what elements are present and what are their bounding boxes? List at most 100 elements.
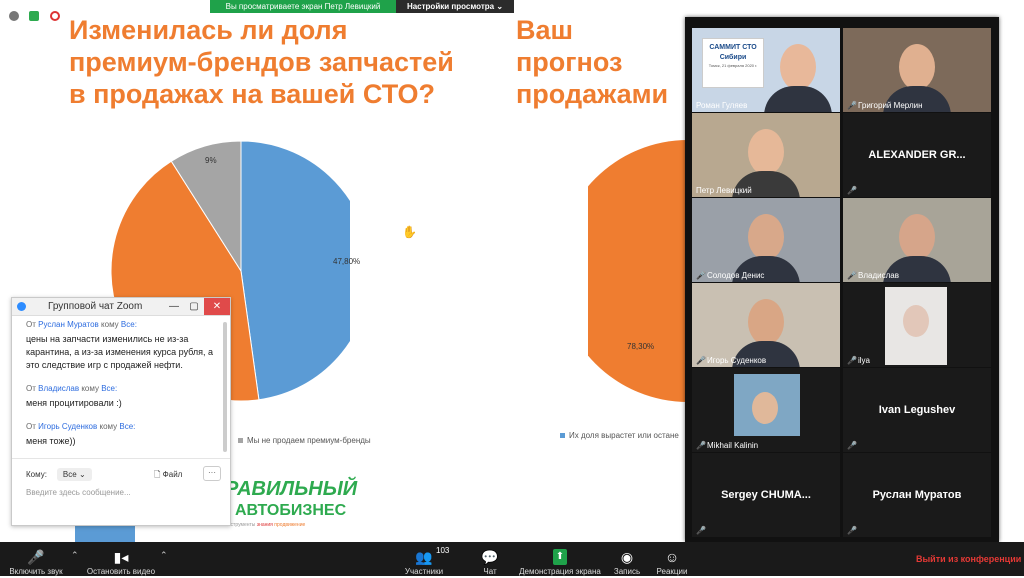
participants-count: 103: [436, 546, 450, 555]
leave-button[interactable]: Выйти из конференции: [916, 554, 1021, 564]
chat-label: Чат: [483, 567, 497, 576]
chat-window: Групповой чат Zoom — ▢ ✕ От Руслан Мурат…: [11, 297, 231, 526]
recipient-select[interactable]: Все ⌄: [56, 468, 92, 481]
participant-face: [748, 214, 784, 260]
participant-tile[interactable]: Sergey CHUMA... 🎤: [692, 453, 840, 537]
legend-label: Мы не продаем премиум-бренды: [247, 436, 371, 445]
participant-label: 🎤 Mikhail Kalinin: [696, 441, 758, 450]
participant-face: [899, 214, 935, 260]
mute-button[interactable]: 🎤 Включить звук: [8, 542, 64, 578]
slide-left-legend: Мы не продаем премиум-бренды: [238, 436, 371, 445]
file-label: Файл: [162, 470, 183, 479]
chat-icon: 💬: [481, 549, 499, 565]
participant-tile[interactable]: ALEXANDER GR... 🎤: [843, 113, 991, 197]
participant-label: 🎤: [847, 187, 857, 195]
sender-name[interactable]: Руслан Муратов: [38, 320, 99, 329]
video-button[interactable]: ▮◂ Остановить видео: [86, 542, 156, 578]
slide-right-pie: [588, 140, 688, 402]
info-icon[interactable]: [9, 11, 19, 21]
mic-muted-icon: 🎤: [696, 440, 706, 450]
minimize-icon[interactable]: —: [164, 301, 184, 312]
participant-name-large: Sergey CHUMA...: [721, 489, 811, 501]
camera-icon: ▮◂: [113, 549, 129, 565]
participant-name: Mikhail Kalinin: [707, 441, 759, 450]
participant-label: Петр Левицкий: [696, 186, 752, 195]
participant-name-large: ALEXANDER GR...: [868, 149, 966, 161]
participant-face: [748, 299, 784, 345]
mic-muted-icon: 🎤: [847, 270, 857, 280]
participant-tile[interactable]: 🎤 ilya: [843, 283, 991, 367]
chevron-down-icon: ⌄: [496, 2, 504, 11]
mic-muted-icon: 🎤: [847, 526, 857, 535]
mic-muted-icon: 🎤: [847, 100, 857, 110]
participant-tile[interactable]: 🎤 Солодов Денис: [692, 198, 840, 282]
chat-scrollbar[interactable]: [223, 322, 227, 452]
mic-muted-icon: 🎤: [696, 355, 706, 365]
to-label: кому: [81, 384, 99, 393]
recipient[interactable]: Все:: [101, 384, 117, 393]
logo-line1: РАВИЛЬНЫЙ: [225, 478, 358, 500]
participants-label: Участники: [404, 567, 444, 576]
view-options-button[interactable]: Настройки просмотра ⌄: [396, 0, 514, 13]
meeting-toolbar: 🎤 Включить звук ⌃ ▮◂ Остановить видео ⌃ 👥 У…: [0, 542, 1024, 576]
participant-tile[interactable]: 🎤 Владислав: [843, 198, 991, 282]
chat-button[interactable]: 💬 Чат: [476, 542, 504, 578]
chat-text: цены на запчасти изменились не из-за кар…: [26, 334, 214, 370]
participant-tile[interactable]: Руслан Муратов 🎤: [843, 453, 991, 537]
participant-label: 🎤 Григорий Мерлин: [847, 101, 923, 110]
participant-tile[interactable]: 🎤 Григорий Мерлин: [843, 28, 991, 112]
participant-tile[interactable]: Ivan Legushev 🎤: [843, 368, 991, 452]
mute-label: Включить звук: [9, 567, 63, 576]
chat-messages: От Руслан Муратов кому Все: цены на запч…: [26, 318, 222, 448]
participant-name: ilya: [858, 356, 871, 365]
chat-message: От Владислав кому Все: меня процитировал…: [26, 382, 222, 410]
participant-face: [903, 305, 929, 337]
sender-name[interactable]: Владислав: [38, 384, 79, 393]
share-screen-button[interactable]: ⬆ Демонстрация экрана: [516, 542, 604, 578]
participant-tile[interactable]: САММИТ СТО Сибири Томск, 21 февраля 2020 г…: [692, 28, 840, 112]
participant-video: [885, 287, 947, 365]
to-label: кому: [101, 320, 119, 329]
participant-tile[interactable]: Петр Левицкий: [692, 113, 840, 197]
logo-line2: АВТОБИЗНЕС: [235, 502, 347, 519]
from-label: От: [26, 320, 36, 329]
sender-name[interactable]: Игорь Суденков: [38, 422, 97, 431]
chat-meta: От Руслан Муратов кому Все:: [26, 318, 222, 331]
participant-name: Петр Левицкий: [696, 186, 752, 195]
banner-text: САММИТ СТО: [709, 44, 757, 51]
participant-face: [748, 129, 784, 175]
logo-tag: знания: [256, 522, 273, 528]
participant-name: Игорь Суденков: [707, 356, 767, 365]
reactions-label: Реакции: [656, 567, 688, 576]
chat-title: Групповой чат Zoom: [48, 301, 143, 312]
chat-input[interactable]: Введите здесь сообщение...: [26, 488, 131, 497]
reactions-button[interactable]: ☺ Реакции: [654, 542, 690, 578]
video-options-icon[interactable]: ⌃: [160, 550, 168, 561]
participant-name: Солодов Денис: [707, 271, 765, 280]
recipient[interactable]: Все:: [121, 320, 137, 329]
file-button[interactable]: 🗋 Файл: [154, 469, 182, 483]
close-icon[interactable]: ✕: [204, 298, 230, 315]
recipient-value: Все: [62, 470, 77, 479]
participant-tile[interactable]: 🎤 Mikhail Kalinin: [692, 368, 840, 452]
participant-face: [899, 44, 935, 90]
from-label: От: [26, 384, 36, 393]
chat-to-row: Кому: Все ⌄: [26, 468, 92, 481]
share-label: Демонстрация экрана: [519, 567, 601, 576]
from-label: От: [26, 422, 36, 431]
participant-name-large: Ivan Legushev: [878, 404, 956, 416]
mic-muted-icon: 🎤: [696, 270, 706, 280]
mic-off-icon: 🎤: [27, 549, 45, 565]
chevron-down-icon: ⌄: [78, 470, 86, 479]
to-label: кому: [99, 422, 118, 431]
legend-label: Их доля вырастет или остане: [569, 431, 679, 440]
recipient[interactable]: Все:: [119, 422, 135, 431]
audio-options-icon[interactable]: ⌃: [71, 550, 79, 561]
participant-label: 🎤 Солодов Денис: [696, 271, 764, 280]
chat-text: меня тоже)): [26, 436, 76, 446]
more-button[interactable]: ···: [203, 466, 221, 481]
pie-label-78: 78,30%: [627, 342, 655, 351]
participant-tile[interactable]: 🎤 Игорь Суденков: [692, 283, 840, 367]
maximize-icon[interactable]: ▢: [184, 301, 204, 312]
record-button[interactable]: ◉ Запись: [611, 542, 643, 578]
